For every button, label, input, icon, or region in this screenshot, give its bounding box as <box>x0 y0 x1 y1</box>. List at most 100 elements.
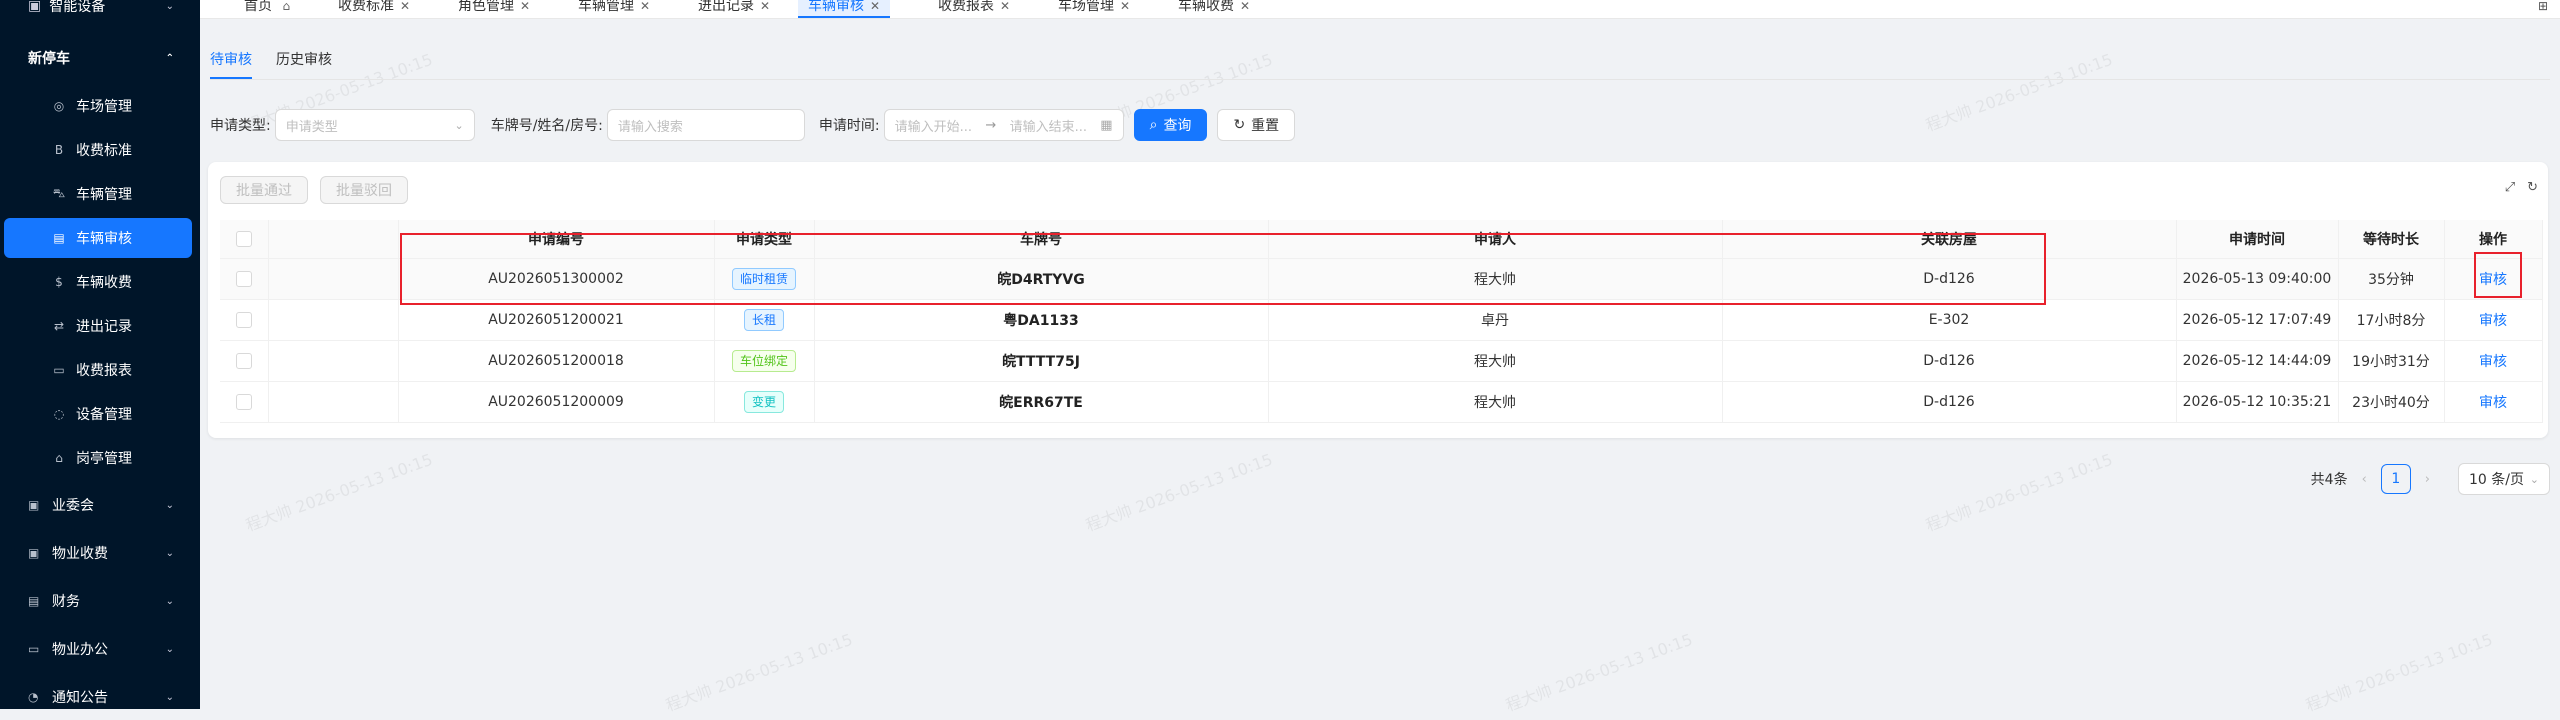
select-all-cell <box>220 220 269 259</box>
tab-fee-report[interactable]: 收费报表 ✕ <box>938 0 1010 18</box>
cell-id: AU2026051300002 <box>398 258 715 300</box>
chevron-down-icon: ⌄ <box>165 643 174 655</box>
search-icon: ⌕ <box>1149 117 1158 133</box>
sidebar: ▣ 智能设备 ⌄ 新停车 ⌃ ◎ 车场管理 B 收费标准 ⛍ 车辆管理 ▤ 车辆… <box>0 0 200 709</box>
reset-button-label: 重置 <box>1251 118 1280 134</box>
tab-home[interactable]: 首页 ⌂ <box>244 0 290 18</box>
close-icon[interactable]: ✕ <box>1240 0 1250 13</box>
prev-page-icon[interactable]: ‹ <box>2362 472 2367 487</box>
committee-icon: ▣ <box>28 498 40 512</box>
tab-vehicle-management[interactable]: 车辆管理 ✕ <box>578 0 650 18</box>
sidebar-item-label: 车辆审核 <box>76 231 132 247</box>
sidebar-item-fee-report[interactable]: ▭ 收费报表 <box>0 350 200 390</box>
sidebar-group-office[interactable]: ▭ 物业办公 ⌄ <box>0 626 200 672</box>
cell-wait: 23小时40分 <box>2338 381 2445 423</box>
row-checkbox[interactable] <box>235 271 252 287</box>
sidebar-group-committee[interactable]: ▣ 业委会 ⌄ <box>0 482 200 528</box>
sidebar-item-parking-lot[interactable]: ◎ 车场管理 <box>0 86 200 126</box>
close-icon[interactable]: ✕ <box>870 0 880 13</box>
sidebar-group-label: 财务 <box>52 594 80 610</box>
tab-entry-exit[interactable]: 进出记录 ✕ <box>698 0 770 18</box>
car-audit-icon: ▤ <box>53 231 65 245</box>
audit-link[interactable]: 审核 <box>2479 313 2507 329</box>
header-applicant: 申请人 <box>1268 220 1723 259</box>
tab-vehicle-audit[interactable]: 车辆审核 ✕ <box>798 0 891 18</box>
cell-plate: 皖ERR67TE <box>814 381 1269 423</box>
batch-reject-button[interactable]: 批量驳回 <box>320 176 408 204</box>
sidebar-item-label: 车辆管理 <box>76 187 132 203</box>
chevron-down-icon: ⌄ <box>165 691 174 703</box>
sidebar-group-label: 业委会 <box>52 498 94 514</box>
reload-icon: ↻ <box>1233 117 1246 133</box>
cell-id: AU2026051200009 <box>398 381 715 423</box>
audit-link[interactable]: 审核 <box>2479 395 2507 411</box>
sidebar-group-smart-devices[interactable]: ▣ 智能设备 ⌄ <box>0 0 200 20</box>
refresh-icon[interactable]: ↻ <box>2527 180 2538 195</box>
tab-label: 角色管理 <box>458 0 514 14</box>
subtab-pending[interactable]: 待审核 <box>210 49 252 81</box>
page-size-select[interactable]: 10 条/页 ⌄ <box>2458 463 2550 495</box>
watermark: 程大帅 2026-05-13 10:15 <box>1083 449 1276 536</box>
sidebar-item-label: 收费报表 <box>76 363 132 379</box>
sidebar-group-new-parking[interactable]: 新停车 ⌃ <box>0 38 200 78</box>
search-button[interactable]: ⌕ 查询 <box>1133 109 1208 141</box>
select-all-checkbox[interactable] <box>235 231 252 247</box>
close-icon[interactable]: ✕ <box>760 0 770 13</box>
time-filter-label: 申请时间: <box>818 118 880 134</box>
tab-label: 进出记录 <box>698 0 754 14</box>
watermark: 程大帅 2026-05-13 10:15 <box>1923 49 2116 136</box>
audit-link[interactable]: 审核 <box>2479 354 2507 370</box>
subtab-history[interactable]: 历史审核 <box>276 49 332 81</box>
home-icon: ⌂ <box>282 0 291 13</box>
sidebar-group-property-fee[interactable]: ▣ 物业收费 ⌄ <box>0 530 200 576</box>
sidebar-item-vehicle-fee[interactable]: $ 车辆收费 <box>0 262 200 302</box>
sidebar-item-label: 进出记录 <box>76 319 132 335</box>
sidebar-item-fee-standard[interactable]: B 收费标准 <box>0 130 200 170</box>
office-icon: ▭ <box>28 642 40 656</box>
tab-label: 车场管理 <box>1058 0 1114 14</box>
sidebar-item-device-management[interactable]: ◌ 设备管理 <box>0 394 200 434</box>
page-number[interactable]: 1 <box>2380 464 2411 494</box>
close-icon[interactable]: ✕ <box>1120 0 1130 13</box>
sidebar-item-entry-exit[interactable]: ⇄ 进出记录 <box>0 306 200 346</box>
sidebar-group-label: 物业收费 <box>52 546 108 562</box>
close-icon[interactable]: ✕ <box>640 0 650 13</box>
tab-role-management[interactable]: 角色管理 ✕ <box>458 0 530 18</box>
row-checkbox[interactable] <box>235 394 252 410</box>
next-page-icon[interactable]: › <box>2425 472 2430 487</box>
sidebar-item-vehicle-management[interactable]: ⛍ 车辆管理 <box>0 174 200 214</box>
cell-house: D-d126 <box>1722 258 2177 300</box>
close-icon[interactable]: ✕ <box>400 0 410 13</box>
reset-button[interactable]: ↻ 重置 <box>1217 109 1296 141</box>
sidebar-group-finance[interactable]: ▤ 财务 ⌄ <box>0 578 200 624</box>
cell-time: 2026-05-12 14:44:09 <box>2176 340 2339 382</box>
batch-approve-button[interactable]: 批量通过 <box>220 176 308 204</box>
sidebar-group-notice[interactable]: ◔ 通知公告 ⌄ <box>0 674 200 720</box>
plate-search-input[interactable]: 请输入搜索 <box>606 109 805 141</box>
index-cell <box>268 340 399 382</box>
sidebar-item-booth-management[interactable]: ⌂ 岗亭管理 <box>0 438 200 478</box>
pagination: 共4条 ‹ 1 › 10 条/页 ⌄ <box>2311 463 2550 495</box>
type-tag: 变更 <box>743 391 784 413</box>
sidebar-item-vehicle-audit[interactable]: ▤ 车辆审核 <box>4 218 192 258</box>
tab-parking-lot[interactable]: 车场管理 ✕ <box>1058 0 1130 18</box>
grid-icon[interactable]: ⊞ <box>2538 0 2550 12</box>
finance-icon: ▤ <box>28 594 40 608</box>
header-type: 申请类型 <box>714 220 815 259</box>
row-checkbox[interactable] <box>235 312 252 328</box>
fullscreen-icon[interactable]: ⤢ <box>2505 180 2515 195</box>
main-content: 程大帅 2026-05-13 10:15 程大帅 2026-05-13 10:1… <box>200 19 2560 715</box>
table-row: AU2026051200021 长租 粤DA1133 卓丹 E-302 2026… <box>220 299 2543 341</box>
time-range-picker[interactable]: 请输入开始... → 请输入结束... ▦ <box>883 109 1124 141</box>
close-icon[interactable]: ✕ <box>1000 0 1010 13</box>
close-icon[interactable]: ✕ <box>520 0 530 13</box>
fee-standard-icon: B <box>54 143 64 157</box>
tab-label: 车辆管理 <box>578 0 634 14</box>
row-checkbox[interactable] <box>235 353 252 369</box>
tab-fee-standard[interactable]: 收费标准 ✕ <box>338 0 410 18</box>
tab-vehicle-fee[interactable]: 车辆收费 ✕ <box>1178 0 1250 18</box>
audit-link[interactable]: 审核 <box>2479 272 2507 288</box>
type-select[interactable]: 申请类型 ⌄ <box>274 109 475 141</box>
tab-bar: 首页 ⌂ 收费标准 ✕ 角色管理 ✕ 车辆管理 ✕ 进出记录 ✕ 车辆审核 ✕ 收费报表 ✕… <box>200 0 2560 19</box>
property-fee-icon: ▣ <box>28 546 40 560</box>
